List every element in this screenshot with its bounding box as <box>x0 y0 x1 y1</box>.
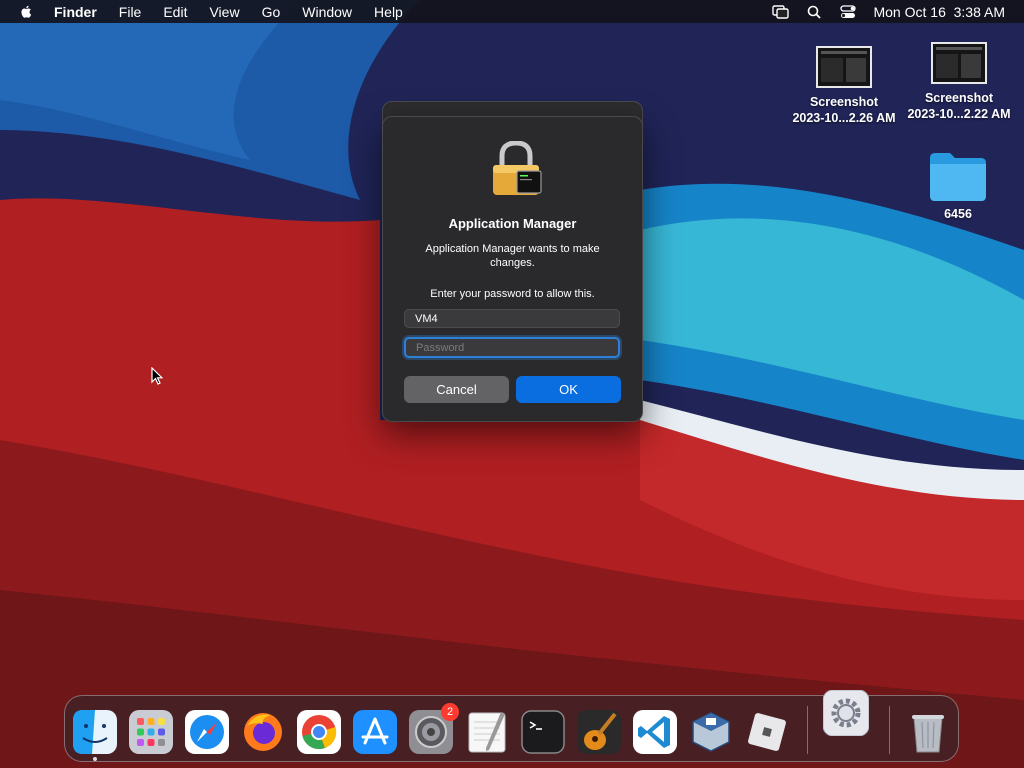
dock-safari[interactable] <box>185 710 229 754</box>
desktop-screenshot-2[interactable]: Screenshot 2023-10...2.22 AM <box>899 42 1019 122</box>
desktop-folder-6456[interactable]: 6456 <box>918 150 998 222</box>
apple-menu-icon[interactable] <box>19 4 35 20</box>
menu-window[interactable]: Window <box>302 4 352 20</box>
menu-file[interactable]: File <box>119 4 142 20</box>
dock-roblox[interactable] <box>745 710 789 754</box>
textedit-icon <box>468 712 506 753</box>
mouse-cursor-icon <box>151 367 163 385</box>
virtualbox-icon <box>692 712 730 752</box>
trash-icon <box>912 715 944 753</box>
control-center-icon[interactable] <box>839 4 857 20</box>
password-field[interactable] <box>404 337 620 358</box>
username-field[interactable] <box>404 309 620 328</box>
desktop-item-sublabel: 2023-10...2.22 AM <box>907 107 1011 121</box>
terminal-icon <box>521 710 565 754</box>
app-store-icon <box>353 710 397 754</box>
screenshot-thumbnail <box>931 42 987 84</box>
menu-help[interactable]: Help <box>374 4 403 20</box>
desktop-item-sublabel: 2023-10...2.26 AM <box>792 111 896 125</box>
garageband-icon <box>577 710 621 754</box>
desktop-screenshot-1[interactable]: Screenshot 2023-10...2.26 AM <box>784 46 904 126</box>
dock-system-preferences[interactable] <box>822 689 870 737</box>
search-icon[interactable] <box>805 4 823 20</box>
screen-mirroring-icon[interactable] <box>771 4 789 20</box>
dock-separator <box>889 706 890 754</box>
menu-finder[interactable]: Finder <box>54 4 97 20</box>
dialog-title: Application Manager <box>448 216 577 231</box>
dock-textedit[interactable] <box>465 710 509 754</box>
notification-badge: 2 <box>441 703 459 721</box>
menu-view[interactable]: View <box>209 4 239 20</box>
running-indicator <box>93 757 97 761</box>
menu-bar: Finder File Edit View Go Window Help Mon… <box>0 0 1024 23</box>
roblox-icon <box>748 713 786 751</box>
dock-finder[interactable] <box>73 710 117 754</box>
safari-icon <box>185 710 229 754</box>
firefox-icon <box>244 713 282 751</box>
dock-separator <box>807 706 808 754</box>
menubar-clock[interactable]: Mon Oct 16 3:38 AM <box>873 4 1005 20</box>
ok-button[interactable]: OK <box>516 376 621 403</box>
dialog-prompt: Enter your password to allow this. <box>430 288 595 300</box>
dock-garageband[interactable] <box>577 710 621 754</box>
dialog-message: Application Manager wants to make change… <box>425 243 600 269</box>
desktop-item-label: Screenshot <box>924 91 994 105</box>
folder-icon <box>930 153 986 201</box>
chrome-icon <box>297 710 341 754</box>
finder-icon <box>73 710 117 754</box>
dock-app-store[interactable] <box>353 710 397 754</box>
dock-terminal[interactable] <box>521 710 565 754</box>
cancel-button[interactable]: Cancel <box>404 376 509 403</box>
gear-icon <box>822 689 870 737</box>
dock-trash[interactable] <box>906 710 950 754</box>
dock-firefox[interactable] <box>241 710 285 754</box>
menu-edit[interactable]: Edit <box>163 4 187 20</box>
dock-launchpad[interactable] <box>129 710 173 754</box>
vscode-icon <box>633 710 677 754</box>
auth-dialog: Application Manager Application Manager … <box>382 116 643 422</box>
screenshot-thumbnail <box>816 46 872 88</box>
launchpad-icon <box>129 710 173 754</box>
desktop-item-label: 6456 <box>944 207 972 221</box>
dock-vscode[interactable] <box>633 710 677 754</box>
lock-icon <box>493 141 542 195</box>
menu-go[interactable]: Go <box>262 4 281 20</box>
dock-chrome[interactable] <box>297 710 341 754</box>
dock-virtualbox[interactable] <box>689 710 733 754</box>
desktop-item-label: Screenshot <box>809 95 879 109</box>
